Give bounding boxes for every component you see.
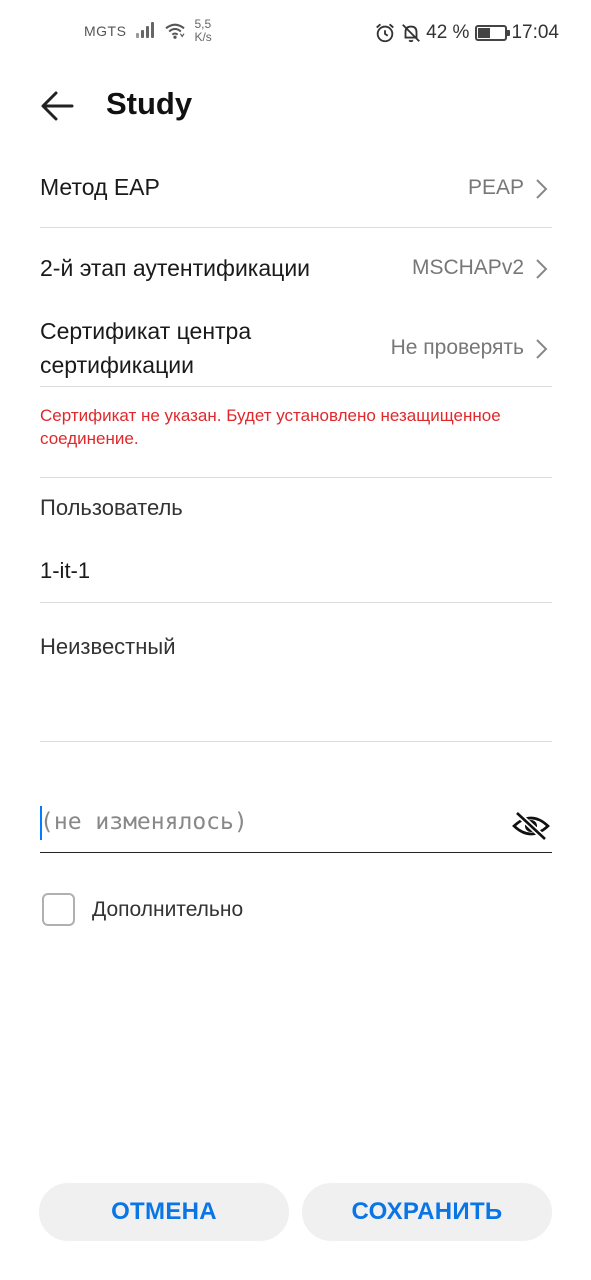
- bell-off-icon: [402, 24, 421, 43]
- status-bar: MGTS 5,5 K/s 42 % 17:04: [0, 0, 591, 70]
- divider: [40, 602, 552, 603]
- ca-cert-value: Не проверять: [390, 336, 524, 359]
- identity-label: Пользователь: [40, 495, 183, 520]
- speed-unit: K/s: [194, 30, 212, 44]
- battery-percent: 42 %: [426, 22, 470, 43]
- carrier-name: MGTS: [84, 23, 127, 39]
- network-speed: 5,5 K/s: [194, 18, 211, 44]
- eye-off-icon[interactable]: [512, 810, 550, 842]
- advanced-options-row[interactable]: Дополнительно: [42, 893, 243, 926]
- battery-icon: [475, 25, 511, 41]
- divider: [40, 227, 552, 228]
- password-field[interactable]: (не изменялось): [40, 800, 552, 853]
- identity-field[interactable]: 1-it-1: [40, 558, 90, 584]
- title-bar: Study: [0, 78, 591, 134]
- divider: [40, 477, 552, 478]
- chevron-right-icon: [536, 339, 548, 359]
- wifi-icon: [165, 23, 186, 39]
- advanced-label: Дополнительно: [92, 897, 244, 921]
- back-arrow-icon[interactable]: [38, 86, 78, 126]
- anonymous-identity-label: Неизвестный: [40, 634, 176, 659]
- alarm-icon: [376, 23, 394, 43]
- phase2-auth-value: MSCHAPv2: [411, 256, 524, 279]
- anonymous-identity-field[interactable]: [40, 690, 552, 730]
- eap-method-row[interactable]: Метод EAP PEAP: [40, 170, 552, 210]
- status-bar-right: 42 % 17:04: [374, 22, 559, 44]
- status-bar-left: MGTS 5,5 K/s: [84, 18, 212, 44]
- clock: 17:04: [511, 22, 559, 43]
- advanced-checkbox[interactable]: [42, 893, 75, 926]
- page-title: Study: [106, 86, 193, 121]
- phase2-auth-row[interactable]: 2-й этап аутентификации MSCHAPv2: [40, 251, 552, 291]
- divider: [40, 386, 552, 387]
- save-button[interactable]: СОХРАНИТЬ: [302, 1183, 552, 1241]
- chevron-right-icon: [536, 179, 548, 199]
- password-placeholder: (не изменялось): [40, 809, 248, 835]
- eap-method-value: PEAP: [467, 176, 524, 199]
- cancel-button[interactable]: ОТМЕНА: [39, 1183, 289, 1241]
- ca-cert-row[interactable]: Сертификат центра сертификации Не провер…: [40, 314, 552, 382]
- signal-icon: [136, 22, 156, 40]
- certificate-warning: Сертификат не указан. Будет установлено …: [40, 406, 501, 448]
- divider: [40, 741, 552, 742]
- chevron-right-icon: [536, 259, 548, 279]
